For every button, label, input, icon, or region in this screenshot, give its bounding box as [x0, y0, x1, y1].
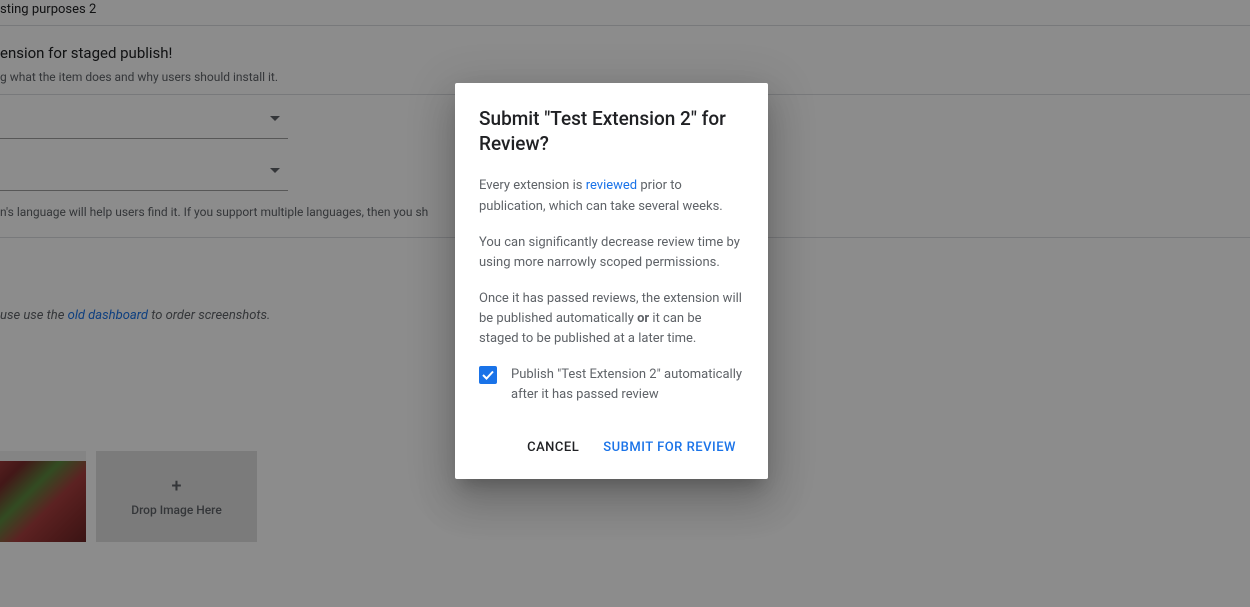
- cancel-button[interactable]: CANCEL: [519, 432, 587, 463]
- auto-publish-row: Publish "Test Extension 2" automatically…: [479, 365, 744, 404]
- dialog-body: Every extension is reviewed prior to pub…: [479, 176, 744, 404]
- p1-pre: Every extension is: [479, 178, 586, 193]
- reviewed-link[interactable]: reviewed: [586, 178, 637, 193]
- submit-for-review-button[interactable]: SUBMIT FOR REVIEW: [595, 432, 744, 463]
- p3-pre: Once it has passed reviews, the extensio…: [479, 291, 742, 326]
- auto-publish-checkbox[interactable]: [479, 366, 497, 384]
- submit-review-dialog: Submit "Test Extension 2" for Review? Ev…: [455, 83, 768, 479]
- dialog-title: Submit "Test Extension 2" for Review?: [479, 107, 744, 156]
- dialog-actions: CANCEL SUBMIT FOR REVIEW: [479, 424, 744, 471]
- auto-publish-label: Publish "Test Extension 2" automatically…: [511, 365, 744, 404]
- dialog-paragraph-1: Every extension is reviewed prior to pub…: [479, 176, 744, 216]
- dialog-paragraph-3: Once it has passed reviews, the extensio…: [479, 289, 744, 349]
- p3-bold: or: [637, 311, 649, 326]
- checkmark-icon: [481, 368, 495, 382]
- dialog-paragraph-2: You can significantly decrease review ti…: [479, 233, 744, 273]
